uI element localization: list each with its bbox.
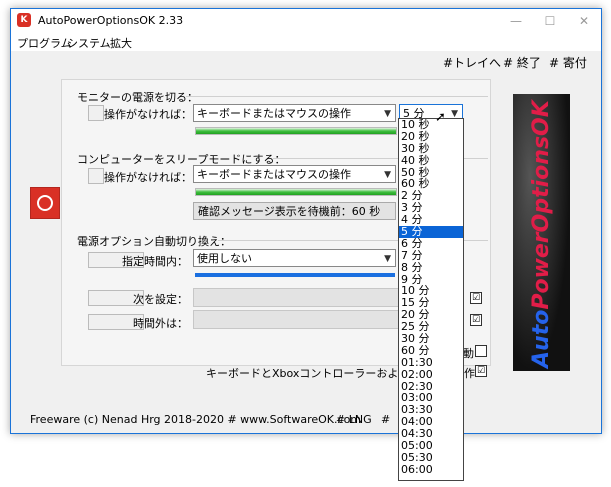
time-range-label: 指定時間内： [122,255,188,268]
mouse-cursor-icon: ➚ [435,110,446,125]
close-button[interactable]: ✕ [567,9,601,33]
banner-text: AutoPowerOptionsOK [519,100,565,368]
banner-text-auto: Auto [529,309,554,368]
outside-time-checkbox[interactable]: ☑ [470,314,482,326]
time-dropdown-list[interactable]: 10 秒 20 秒 30 秒 40 秒 50 秒 60 秒2 分3 分4 分5 分6 分7… [398,118,464,481]
title-bar[interactable]: K AutoPowerOptionsOK 2.33 — ☐ ✕ [11,9,601,33]
dropdown-option[interactable]: 30 秒 [399,142,463,155]
app-window: K AutoPowerOptionsOK 2.33 — ☐ ✕ プログラム シス… [10,8,602,434]
dropdown-option[interactable]: 7 分 [399,249,463,262]
sleep-trigger-value: キーボードまたはマウスの操作 [197,168,351,181]
menu-bar: プログラム システム 拡大 [11,33,601,51]
k-logo-icon [30,187,60,219]
next-setting-field[interactable] [193,288,401,307]
sleep-progress-bar [195,188,397,196]
auto-start-checkbox[interactable] [475,345,487,357]
dropdown-option[interactable]: 02:00 [399,368,463,381]
menu-zoom[interactable]: 拡大 [110,35,132,51]
sleep-idle-label: 操作がなければ： [104,171,192,184]
outside-time-label: 時間外は： [133,317,188,330]
power-plan-value: 使用しない [197,252,252,265]
sleep-indicator [88,168,104,184]
monitor-indicator [88,105,104,121]
monitor-progress-bar [195,127,397,135]
chevron-down-icon: ▼ [384,109,391,119]
footer-hash-link[interactable]: # [381,413,390,426]
power-section-title: 電源オプション自動切り換え： [77,235,231,248]
sleep-confirm-box: 確認メッセージ表示を待機前：60 秒 [193,202,396,220]
dropdown-option[interactable]: 8 分 [399,261,463,274]
menu-system[interactable]: システム [67,35,111,51]
dropdown-option[interactable]: 06:00 [399,463,463,476]
controller-label-end: 作 [464,367,475,380]
language-link[interactable]: # LNG [336,413,372,426]
sleep-trigger-select[interactable]: キーボードまたはマウスの操作 ▼ [193,165,396,183]
dropdown-option[interactable]: 40 秒 [399,154,463,167]
next-setting-label: 次を設定： [133,293,188,306]
outside-time-field[interactable] [193,310,401,329]
power-plan-select[interactable]: 使用しない ▼ [193,249,396,267]
dropdown-option[interactable]: 20 秒 [399,130,463,143]
app-logo-icon: K [17,13,31,27]
divider [186,96,488,97]
exit-link[interactable]: # 終了 [503,54,541,71]
power-progress-bar [195,273,395,277]
dropdown-option[interactable]: 01:30 [399,356,463,369]
minimize-button[interactable]: — [499,9,533,33]
monitor-section-title: モニターの電源を切る： [77,91,198,104]
controller-checkbox[interactable]: ☑ [475,365,487,377]
tray-link[interactable]: #トレイへ [443,54,501,71]
menu-program[interactable]: プログラム [17,35,72,51]
product-banner: AutoPowerOptionsOK [513,94,570,371]
window-title: AutoPowerOptionsOK 2.33 [38,14,184,27]
maximize-button[interactable]: ☐ [533,9,567,33]
footer-copyright[interactable]: Freeware (c) Nenad Hrg 2018-2020 # www.S… [30,413,361,426]
monitor-trigger-select[interactable]: キーボードまたはマウスの操作 ▼ [193,104,396,122]
next-setting-checkbox[interactable]: ☑ [470,292,482,304]
dropdown-option[interactable]: 6 分 [399,237,463,250]
banner-text-brand: PowerOptionsOK [529,100,554,310]
auto-start-label: 動 [463,347,474,360]
donate-link[interactable]: # 寄付 [549,54,587,71]
monitor-idle-label: 操作がなければ： [104,108,192,121]
chevron-down-icon: ▼ [384,254,391,264]
chevron-down-icon: ▼ [384,170,391,180]
monitor-trigger-value: キーボードまたはマウスの操作 [197,107,351,120]
